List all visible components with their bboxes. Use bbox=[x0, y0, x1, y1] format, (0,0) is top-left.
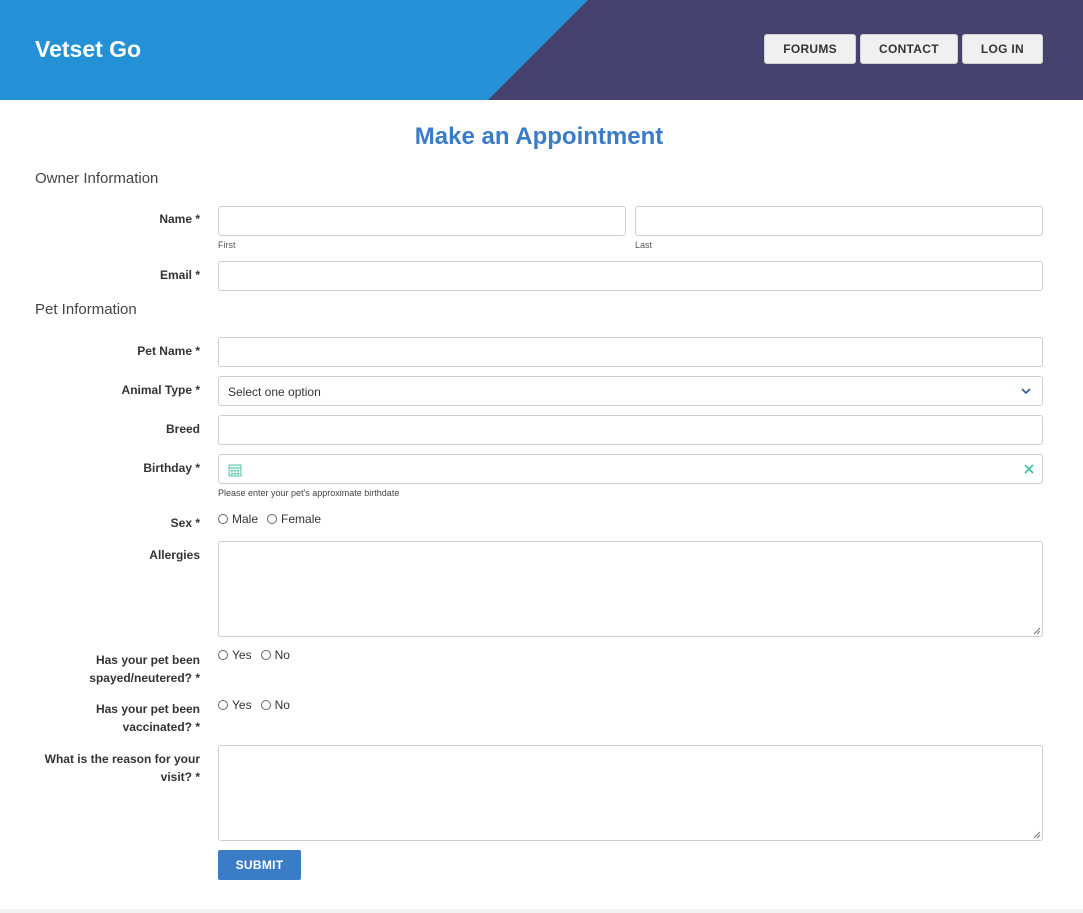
sex-female-label: Female bbox=[281, 512, 322, 526]
pet-name-input[interactable] bbox=[218, 337, 1043, 367]
vaccinated-label: Has your pet been vaccinated? * bbox=[96, 700, 200, 736]
top-nav: FORUMS CONTACT LOG IN bbox=[764, 34, 1043, 64]
spayed-no-label: No bbox=[274, 648, 290, 662]
birthday-input[interactable] bbox=[218, 454, 1043, 484]
submit-button[interactable]: SUBMIT bbox=[218, 850, 301, 880]
spayed-yes-option[interactable]: Yes bbox=[218, 648, 252, 662]
chevron-down-icon bbox=[1021, 388, 1031, 395]
animal-type-value: Select one option bbox=[228, 385, 321, 399]
reason-label-line2: visit? * bbox=[160, 770, 200, 784]
spayed-label-line2: spayed/neutered? * bbox=[89, 671, 200, 685]
owner-section-heading: Owner Information bbox=[35, 170, 159, 187]
reason-textarea[interactable] bbox=[218, 745, 1043, 841]
footer-divider bbox=[0, 909, 1083, 913]
allergies-label: Allergies bbox=[149, 548, 200, 562]
radio-female[interactable] bbox=[267, 514, 278, 524]
radio-vaccinated-no[interactable] bbox=[260, 700, 271, 710]
radio-vaccinated-yes[interactable] bbox=[218, 700, 228, 710]
vaccinated-yes-option[interactable]: Yes bbox=[218, 698, 252, 712]
first-name-sublabel: First bbox=[218, 240, 236, 250]
sex-male-label: Male bbox=[232, 512, 259, 526]
vaccinated-no-option[interactable]: No bbox=[260, 698, 290, 712]
calendar-icon[interactable] bbox=[228, 463, 242, 477]
sex-radio-group: Male Female bbox=[218, 512, 330, 526]
spayed-yes-label: Yes bbox=[232, 648, 252, 662]
spayed-label-line1: Has your pet been bbox=[95, 653, 200, 667]
breed-label: Breed bbox=[165, 422, 200, 436]
login-button[interactable]: LOG IN bbox=[961, 34, 1043, 64]
pet-name-label: Pet Name * bbox=[137, 344, 200, 358]
spayed-no-option[interactable]: No bbox=[260, 648, 290, 662]
email-input[interactable] bbox=[218, 261, 1043, 291]
clear-icon[interactable] bbox=[1023, 463, 1035, 475]
spayed-radio-group: Yes No bbox=[218, 648, 299, 662]
last-name-sublabel: Last bbox=[635, 240, 653, 250]
birthday-help-text: Please enter your pet's approximate birt… bbox=[218, 488, 400, 498]
resize-grip-icon[interactable] bbox=[1033, 831, 1041, 839]
sex-label: Sex * bbox=[170, 516, 200, 530]
radio-spayed-yes[interactable] bbox=[218, 650, 228, 660]
reason-label-line1: What is the reason for your bbox=[44, 752, 200, 766]
animal-type-select[interactable]: Select one option bbox=[218, 376, 1043, 406]
vaccinated-label-line2: vaccinated? * bbox=[122, 720, 200, 734]
vaccinated-no-label: No bbox=[274, 698, 290, 712]
allergies-textarea[interactable] bbox=[218, 541, 1043, 637]
name-label: Name * bbox=[159, 212, 200, 226]
breed-input[interactable] bbox=[218, 415, 1043, 445]
pet-section-heading: Pet Information bbox=[35, 301, 137, 318]
site-header: Vetset Go FORUMS CONTACT LOG IN bbox=[0, 0, 1083, 100]
resize-grip-icon[interactable] bbox=[1033, 627, 1041, 635]
forums-button[interactable]: FORUMS bbox=[764, 34, 856, 64]
radio-male[interactable] bbox=[218, 514, 228, 524]
spayed-label: Has your pet been spayed/neutered? * bbox=[89, 651, 200, 687]
sex-female-option[interactable]: Female bbox=[267, 512, 321, 526]
page-title: Make an Appointment bbox=[414, 123, 664, 150]
reason-label: What is the reason for your visit? * bbox=[45, 750, 200, 786]
radio-spayed-no[interactable] bbox=[260, 650, 271, 660]
brand-logo[interactable]: Vetset Go bbox=[35, 36, 141, 63]
email-label: Email * bbox=[159, 268, 200, 282]
contact-button[interactable]: CONTACT bbox=[859, 34, 958, 64]
birthday-label: Birthday * bbox=[143, 461, 200, 475]
vaccinated-yes-label: Yes bbox=[232, 698, 252, 712]
first-name-input[interactable] bbox=[218, 206, 626, 236]
animal-type-label: Animal Type * bbox=[121, 383, 200, 397]
vaccinated-radio-group: Yes No bbox=[218, 698, 299, 712]
vaccinated-label-line1: Has your pet been bbox=[95, 702, 200, 716]
sex-male-option[interactable]: Male bbox=[218, 512, 258, 526]
last-name-input[interactable] bbox=[635, 206, 1043, 236]
